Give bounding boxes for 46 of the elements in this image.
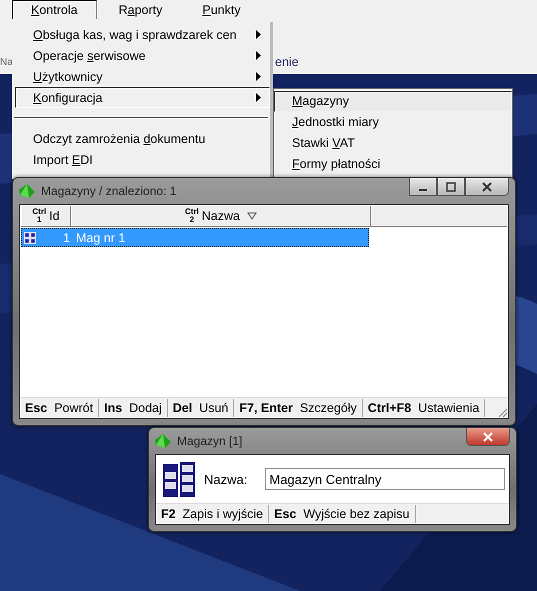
shelves-icon bbox=[162, 460, 196, 498]
sort-icon bbox=[247, 212, 257, 220]
close-icon bbox=[482, 182, 492, 192]
table-cell-text: 1 bbox=[62, 230, 71, 244]
menu-item[interactable]: Import EDI bbox=[12, 149, 270, 170]
partial-label: enie bbox=[275, 55, 299, 69]
shortcut-button[interactable]: Ctrl+F8 Ustawienia bbox=[362, 399, 486, 417]
menu-bar-item[interactable]: Punkty bbox=[184, 0, 259, 20]
shortcut-button[interactable]: Esc Wyjście bez zapisu bbox=[269, 505, 416, 523]
menu-item[interactable]: Konfiguracja bbox=[15, 87, 270, 108]
close-button[interactable] bbox=[465, 178, 509, 196]
shortcut-button[interactable]: Ins Dodaj bbox=[99, 399, 168, 417]
partial-label: Na bbox=[0, 57, 13, 68]
close-button[interactable] bbox=[466, 428, 510, 446]
menu-bar-item[interactable]: Kontrola bbox=[12, 0, 97, 19]
close-icon bbox=[483, 432, 493, 442]
minimize-button[interactable] bbox=[409, 178, 437, 196]
table-cell-text: Mag nr 1 bbox=[75, 230, 126, 244]
submenu-arrow-icon bbox=[256, 51, 261, 60]
grid-icon bbox=[24, 232, 36, 244]
menu-item[interactable]: Magazyny bbox=[274, 91, 512, 112]
field-label: Nazwa: bbox=[204, 472, 248, 486]
submenu-arrow-icon bbox=[256, 30, 261, 39]
window-title: Magazyny / znaleziono: 1 bbox=[41, 184, 178, 198]
maximize-button[interactable] bbox=[437, 178, 465, 196]
resize-grip-icon[interactable] bbox=[496, 406, 508, 418]
shortcut-button[interactable]: F2 Zapis i wyjście bbox=[156, 505, 270, 523]
menu-bar-item[interactable]: Raporty bbox=[100, 0, 180, 20]
maximize-icon bbox=[446, 182, 456, 192]
submenu-arrow-icon bbox=[256, 93, 261, 102]
menu-item[interactable]: Operacje serwisowe bbox=[12, 45, 270, 66]
shortcut-button[interactable]: F7, Enter Szczegóły bbox=[234, 399, 363, 417]
gem-icon bbox=[19, 184, 35, 198]
menu-item[interactable]: Użytkownicy bbox=[12, 66, 270, 87]
shortcut-button[interactable]: Esc Powrót bbox=[20, 399, 100, 417]
menu-item[interactable]: Odczyt zamrożenia dokumentu bbox=[12, 128, 270, 149]
menu-item[interactable]: Obsługa kas, wag i sprawdzarek cen bbox=[12, 24, 270, 45]
minimize-icon bbox=[419, 188, 427, 190]
shortcut-button[interactable]: Del Usuń bbox=[168, 399, 234, 417]
menu-item[interactable]: Stawki VAT bbox=[274, 133, 512, 154]
menu-item[interactable]: Jednostki miary bbox=[274, 112, 512, 133]
menu-item[interactable]: Formy płatności bbox=[274, 154, 512, 175]
window-title: Magazyn [1] bbox=[177, 434, 244, 448]
submenu-arrow-icon bbox=[256, 72, 261, 81]
gem-icon bbox=[155, 434, 171, 448]
name-field[interactable]: Magazyn Centralny bbox=[265, 468, 506, 490]
